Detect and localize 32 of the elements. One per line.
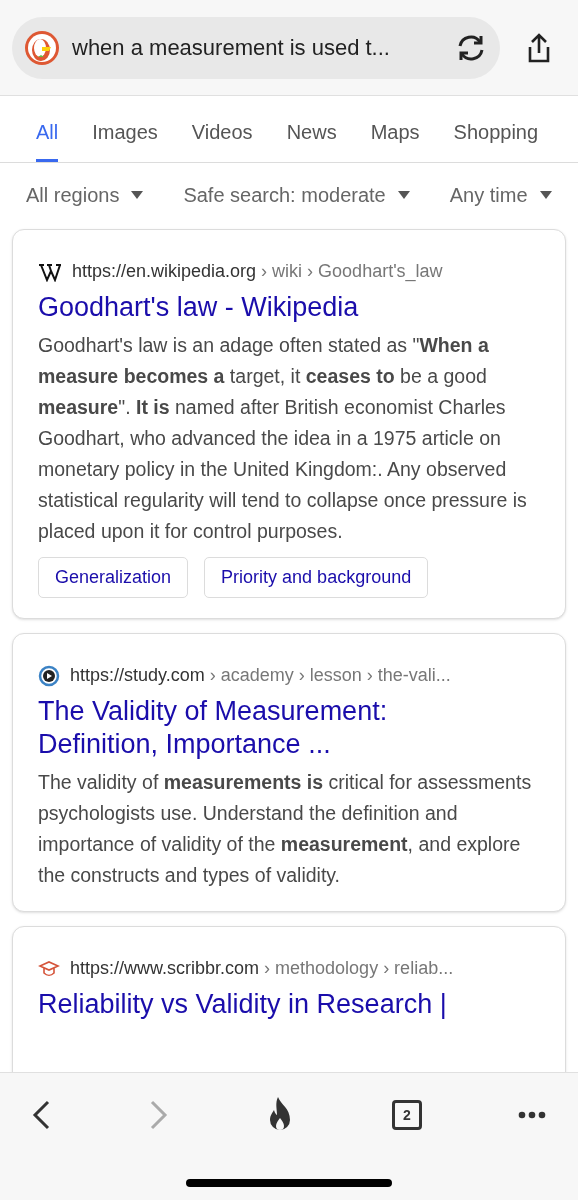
sitelink-chip[interactable]: Generalization: [38, 557, 189, 598]
search-tab[interactable]: All: [36, 117, 59, 162]
graduation-cap-icon: [38, 958, 60, 979]
result-url-path: › academy › lesson › the-vali...: [208, 664, 451, 687]
wikipedia-w-icon: [38, 261, 62, 282]
search-tab[interactable]: Videos: [191, 117, 253, 162]
search-tab[interactable]: Maps: [370, 117, 420, 162]
tab-count-button[interactable]: 2: [392, 1100, 422, 1130]
result-title[interactable]: Reliability vs Validity in Research |: [38, 988, 540, 1021]
filter-dropdown[interactable]: Safe search: moderate: [183, 180, 410, 210]
result-url-path: › wiki › Goodhart's_law: [260, 260, 443, 284]
sitelink-chip[interactable]: Priority and background: [204, 557, 429, 598]
result-url: https://en.wikipedia.org: [72, 260, 257, 283]
result-title[interactable]: Goodhart's law - Wikipedia: [38, 291, 540, 324]
result-snippet: The validity of measurements is critical for assessments psychologists use. Understand the definition and importance of validity of the measurement, and explore the constructs and types of validity.: [38, 770, 533, 888]
filter-dropdown[interactable]: Any time: [449, 180, 552, 210]
play-circle-icon: [38, 664, 60, 687]
result-url: https://study.com: [70, 664, 205, 687]
result-title[interactable]: The Validity of Measurement: Definition, Importance ...: [38, 695, 540, 761]
result-url-path: › methodology › reliab...: [263, 957, 454, 980]
search-tab[interactable]: News: [286, 117, 337, 162]
search-tab[interactable]: Shopping: [453, 117, 539, 162]
address-bar[interactable]: when a measurement is used t...: [12, 16, 500, 79]
dropdown-caret-icon: [539, 191, 552, 199]
dropdown-caret-icon: [131, 191, 144, 199]
dropdown-caret-icon: [397, 191, 410, 199]
filter-dropdown[interactable]: All regions: [26, 180, 144, 210]
more-dots-icon[interactable]: [518, 1111, 546, 1119]
result-url: https://www.scribbr.com: [70, 957, 260, 980]
search-query: when a measurement is used t...: [72, 34, 391, 62]
result-snippet: Goodhart's law is an adage often stated as "When a measure becomes a target, it ceases to be a good measure". It is named after British economist Charles Goodhart, who advanced the idea in a 1975 article on monetary policy in the United Kingdom:. Any observed statistical regularity will tend to collapse once pressure is placed upon it for control purposes.: [38, 333, 528, 544]
search-tab[interactable]: Images: [92, 117, 158, 162]
